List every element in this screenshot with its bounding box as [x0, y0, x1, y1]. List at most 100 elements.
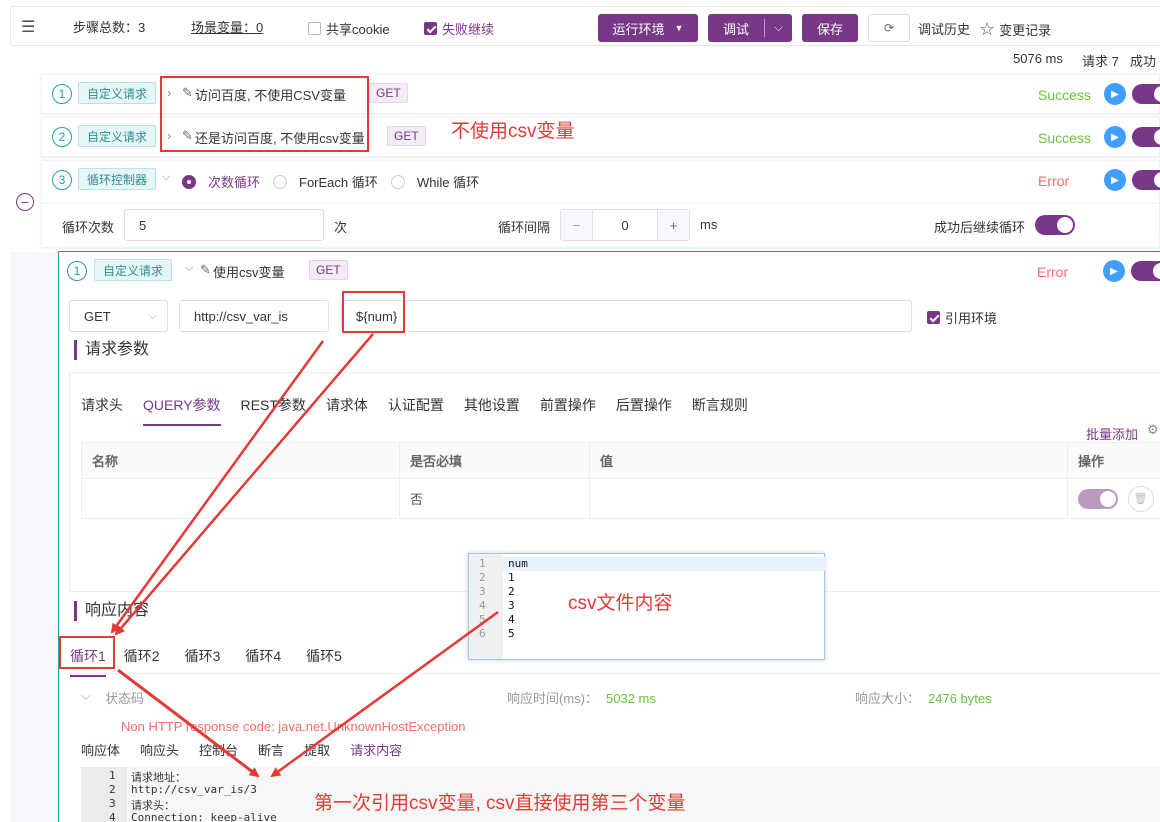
continue-on-success-toggle[interactable]	[1035, 215, 1075, 235]
tab-request-content[interactable]: 请求内容	[350, 740, 403, 770]
request-tabs: 请求头 QUERY参数 REST参数 请求体 认证配置 其他设置 前置操作 后置…	[81, 395, 768, 426]
tab-auth[interactable]: 认证配置	[388, 395, 444, 426]
col-required: 是否必填	[399, 442, 590, 479]
tab-pre-actions[interactable]: 前置操作	[540, 395, 596, 426]
edit-icon[interactable]: ✎	[200, 262, 211, 278]
step-type-tag: 自定义请求	[78, 82, 157, 104]
error-message: Non HTTP response code: java.net.Unknown…	[121, 719, 466, 734]
play-icon[interactable]: ▶	[1103, 260, 1125, 282]
method-select[interactable]: GET ⌵	[69, 300, 168, 332]
checkbox-checked-icon	[424, 22, 437, 35]
url-input[interactable]: http://csv_var_is	[179, 300, 329, 332]
loop-count-input[interactable]: 5	[124, 209, 324, 241]
steps-count: 步骤总数：3	[73, 20, 146, 35]
enable-toggle[interactable]	[1132, 170, 1160, 190]
col-value: 值	[589, 442, 1068, 479]
tab-assertion[interactable]: 断言	[258, 740, 284, 770]
step-number: 3	[52, 170, 72, 190]
scene-vars-link[interactable]: 场景变量：0	[191, 17, 263, 36]
refresh-icon[interactable]: ⟳	[868, 14, 910, 42]
tab-extract[interactable]: 提取	[304, 740, 330, 770]
step-number: 1	[52, 84, 72, 104]
change-log-link[interactable]: ☆ 变更记录	[979, 19, 1051, 40]
response-time: 响应时间(ms)： 5032 ms	[507, 691, 656, 706]
run-env-button[interactable]: 运行环境 ▼	[598, 14, 698, 42]
status-badge: Success	[1038, 87, 1091, 103]
tab-response-headers[interactable]: 响应头	[140, 740, 179, 770]
debug-button[interactable]: 调试 ⌵	[708, 14, 792, 42]
method-badge: GET	[369, 83, 408, 103]
enable-toggle[interactable]	[1132, 127, 1160, 147]
param-name-cell[interactable]	[81, 478, 400, 519]
response-tabs: 响应体 响应头 控制台 断言 提取 请求内容	[81, 740, 422, 770]
query-params-table: 名称 是否必填 值 操作 否 🗑	[81, 442, 1160, 519]
gear-icon[interactable]: ⚙	[1147, 422, 1159, 438]
tab-body[interactable]: 请求体	[326, 395, 368, 426]
step-card-3-loop[interactable]: 3 循环控制器 ⌵ 次数循环 ForEach 循环 While 循环 Error…	[41, 160, 1160, 248]
debug-history-link[interactable]: 调试历史	[918, 19, 970, 38]
step-number: 2	[52, 127, 72, 147]
save-button[interactable]: 保存	[802, 14, 858, 42]
enable-toggle[interactable]	[1131, 261, 1160, 281]
collapse-minus-icon[interactable]: −	[16, 193, 34, 211]
caret-down-icon: ▼	[674, 23, 684, 33]
loop-interval-unit: ms	[700, 217, 718, 232]
radio-count-loop[interactable]: 次数循环	[182, 172, 260, 191]
tab-assertions[interactable]: 断言规则	[692, 395, 748, 426]
param-required-cell[interactable]: 否	[399, 478, 590, 519]
method-badge: GET	[387, 126, 426, 146]
annotation-first-ref: 第一次引用csv变量, csv直接使用第三个变量	[314, 793, 686, 814]
tab-other-settings[interactable]: 其他设置	[464, 395, 520, 426]
play-icon[interactable]: ▶	[1104, 169, 1126, 191]
menu-icon[interactable]: ☰	[21, 17, 35, 37]
loop-interval-label: 循环间隔	[498, 220, 551, 235]
loop-count-unit: 次	[334, 220, 348, 235]
tab-query-params[interactable]: QUERY参数	[143, 395, 221, 426]
step-number: 1	[67, 261, 87, 281]
loop-count-label: 循环次数	[62, 220, 115, 235]
plus-icon[interactable]: +	[657, 210, 689, 240]
param-value-cell[interactable]	[589, 478, 1068, 519]
path-input[interactable]: ${num}	[341, 300, 912, 332]
use-env-checkbox[interactable]: 引用环境	[927, 308, 997, 327]
param-enable-toggle[interactable]	[1078, 488, 1118, 509]
tab-post-actions[interactable]: 后置操作	[616, 395, 672, 426]
play-icon[interactable]: ▶	[1104, 126, 1126, 148]
minus-icon[interactable]: −	[561, 210, 593, 240]
checkbox-checked-icon	[927, 311, 940, 324]
batch-add-link[interactable]: 批量添加	[1086, 424, 1138, 443]
chevron-down-icon[interactable]: ⌵	[81, 688, 91, 704]
chevron-down-icon[interactable]: ⌵	[185, 262, 193, 275]
radio-while-loop[interactable]: While 循环	[391, 172, 479, 191]
response-size: 响应大小： 2476 bytes	[855, 691, 992, 706]
radio-foreach-loop[interactable]: ForEach 循环	[273, 172, 378, 191]
annotation-box-path	[342, 291, 405, 333]
method-badge: GET	[309, 260, 348, 280]
tab-rest-params[interactable]: REST参数	[241, 395, 306, 426]
chevron-down-icon: ⌵	[148, 309, 157, 322]
play-icon[interactable]: ▶	[1104, 83, 1126, 105]
status-badge: Error	[1037, 264, 1069, 280]
step-type-tag: 循环控制器	[78, 168, 157, 190]
continue-on-success-label: 成功后继续循环	[934, 220, 1026, 235]
tab-response-body[interactable]: 响应体	[81, 740, 120, 770]
share-cookie-checkbox[interactable]: 共享cookie	[308, 19, 390, 38]
code-line: Connection: keep-alive	[131, 811, 277, 822]
enable-toggle[interactable]	[1132, 84, 1160, 104]
csv-line: 1 num	[479, 557, 528, 570]
success-count: 成功	[1130, 54, 1157, 69]
step-type-tag: 自定义请求	[94, 259, 173, 281]
tab-headers[interactable]: 请求头	[81, 395, 123, 426]
chevron-down-icon[interactable]: ⌵	[162, 171, 170, 184]
annotation-no-csv: 不使用csv变量	[451, 121, 575, 142]
status-code-label: 状态码	[105, 691, 145, 706]
step-name[interactable]: 使用csv变量	[213, 262, 285, 281]
csv-line: 65	[479, 627, 515, 640]
loop-interval-stepper[interactable]: − 0 +	[560, 209, 690, 241]
total-time: 5076 ms	[1013, 51, 1063, 66]
chevron-down-icon[interactable]: ⌵	[765, 22, 792, 35]
fail-continue-checkbox[interactable]: 失败继续	[424, 19, 494, 38]
csv-line: 54	[479, 613, 515, 626]
trash-icon[interactable]: 🗑	[1127, 485, 1154, 512]
tab-console[interactable]: 控制台	[199, 740, 238, 770]
